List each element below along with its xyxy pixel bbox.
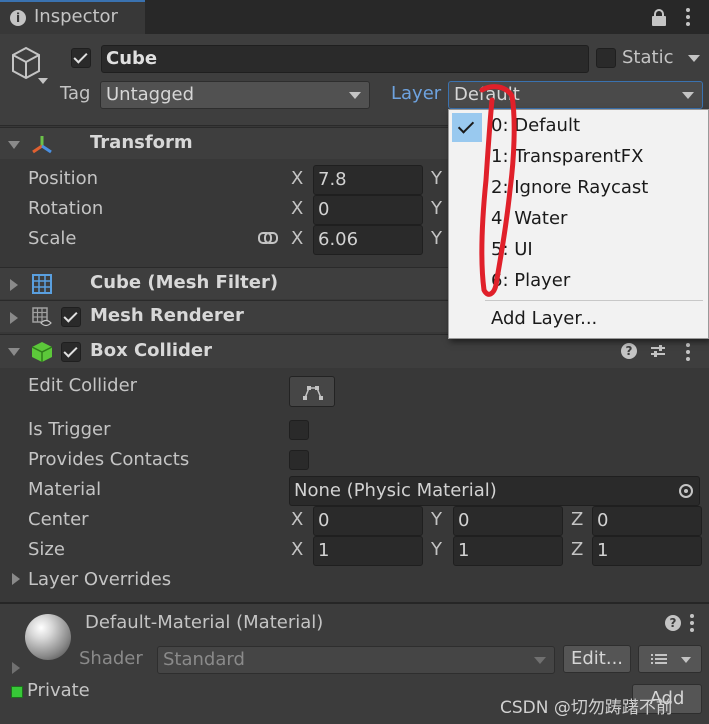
foldout-icon[interactable] <box>8 348 20 356</box>
shader-dropdown[interactable]: Standard <box>157 646 555 674</box>
add-layer-item[interactable]: Add Layer... <box>491 308 597 329</box>
scale-x-field[interactable]: 6.06 <box>313 225 423 255</box>
material-name: Default-Material (Material) <box>85 612 324 633</box>
mesh-renderer-checkbox[interactable] <box>61 307 81 327</box>
inspector-tab[interactable]: i Inspector <box>0 0 145 34</box>
transform-title: Transform <box>90 132 193 153</box>
scale-label: Scale <box>28 228 77 249</box>
size-z-axis: Z <box>571 539 584 560</box>
cube-icon <box>12 46 40 80</box>
tab-menu-icon[interactable] <box>686 8 690 29</box>
material-menu-icon[interactable] <box>690 614 694 635</box>
private-status-icon <box>11 686 23 698</box>
rotation-y-axis: Y <box>431 198 442 219</box>
chevron-down-icon <box>682 92 694 99</box>
box-collider-checkbox[interactable] <box>61 342 81 362</box>
edit-collider-icon <box>303 386 323 400</box>
active-checkbox[interactable] <box>71 48 91 68</box>
is-trigger-checkbox[interactable] <box>289 420 309 440</box>
layer-overrides-foldout-icon[interactable] <box>12 573 20 585</box>
tag-label: Tag <box>60 83 91 104</box>
size-x-axis: X <box>291 539 304 560</box>
chevron-down-icon <box>349 92 361 99</box>
rotation-x-field[interactable]: 0 <box>313 195 423 225</box>
help-icon[interactable]: ? <box>621 343 637 359</box>
component-menu-icon[interactable] <box>686 343 690 364</box>
is-trigger-label: Is Trigger <box>28 419 111 440</box>
material-preview-sphere <box>25 614 71 660</box>
shader-label: Shader <box>79 648 143 669</box>
edit-collider-label: Edit Collider <box>28 375 138 396</box>
size-y-axis: Y <box>431 539 442 560</box>
edit-collider-button[interactable] <box>289 376 335 407</box>
size-y-field[interactable]: 1 <box>453 536 563 566</box>
center-y-field[interactable]: 0 <box>453 506 563 536</box>
layer-label: Layer <box>391 83 442 104</box>
provides-contacts-checkbox[interactable] <box>289 450 309 470</box>
mesh-renderer-icon <box>32 307 52 327</box>
rotation-label: Rotation <box>28 198 104 219</box>
object-picker-icon[interactable] <box>679 484 693 498</box>
position-label: Position <box>28 168 99 189</box>
box-collider-header[interactable]: Box Collider ? <box>0 334 709 368</box>
material-foldout-icon[interactable] <box>12 662 20 674</box>
position-x-axis: X <box>291 168 304 189</box>
center-x-field[interactable]: 0 <box>313 506 423 536</box>
presets-icon[interactable] <box>650 343 666 359</box>
chevron-down-icon <box>534 657 546 664</box>
chevron-down-icon <box>681 657 691 663</box>
tab-title: Inspector <box>34 6 118 27</box>
help-icon[interactable]: ? <box>665 615 681 631</box>
icon-dropdown-icon[interactable] <box>38 78 48 84</box>
material-field[interactable]: None (Physic Material) <box>289 476 700 506</box>
transform-icon <box>32 136 52 154</box>
size-label: Size <box>28 539 65 560</box>
static-dropdown-icon[interactable] <box>688 55 700 62</box>
list-icon <box>651 654 667 664</box>
mesh-filter-title: Cube (Mesh Filter) <box>90 272 279 293</box>
shader-options-button[interactable] <box>638 645 702 673</box>
watermark: CSDN @切勿踌躇不前 <box>500 698 673 718</box>
size-z-field[interactable]: 1 <box>592 536 702 566</box>
position-y-axis: Y <box>431 168 442 189</box>
edit-shader-label: Edit... <box>570 648 624 669</box>
scale-y-axis: Y <box>431 228 442 249</box>
rotation-x-axis: X <box>291 198 304 219</box>
lock-body-icon <box>652 16 666 26</box>
scale-x-axis: X <box>291 228 304 249</box>
center-label: Center <box>28 509 89 530</box>
center-x-axis: X <box>291 509 304 530</box>
grid-icon <box>32 274 52 294</box>
center-z-axis: Z <box>571 509 584 530</box>
link-icon[interactable] <box>258 232 278 244</box>
private-label: Private <box>27 680 90 701</box>
center-y-axis: Y <box>431 509 442 530</box>
edit-shader-button[interactable]: Edit... <box>563 645 631 673</box>
box-collider-title: Box Collider <box>90 340 213 361</box>
foldout-icon[interactable] <box>8 141 20 149</box>
material-value: None (Physic Material) <box>294 480 497 501</box>
position-x-field[interactable]: 7.8 <box>313 165 423 195</box>
static-label: Static <box>622 47 674 68</box>
static-checkbox[interactable] <box>596 48 616 68</box>
provides-contacts-label: Provides Contacts <box>28 449 190 470</box>
foldout-icon[interactable] <box>10 312 18 324</box>
foldout-icon[interactable] <box>10 279 18 291</box>
info-icon: i <box>10 10 26 26</box>
material-label: Material <box>28 479 102 500</box>
red-annotation-mark <box>479 84 517 297</box>
tag-dropdown[interactable]: Untagged <box>100 81 370 109</box>
tag-value: Untagged <box>106 84 195 105</box>
center-z-field[interactable]: 0 <box>592 506 702 536</box>
object-name-input[interactable]: Cube <box>101 45 589 73</box>
mesh-renderer-title: Mesh Renderer <box>90 305 244 326</box>
shader-value: Standard <box>163 649 245 670</box>
layer-overrides-label[interactable]: Layer Overrides <box>28 569 171 590</box>
box-collider-icon <box>31 342 53 362</box>
size-x-field[interactable]: 1 <box>313 536 423 566</box>
